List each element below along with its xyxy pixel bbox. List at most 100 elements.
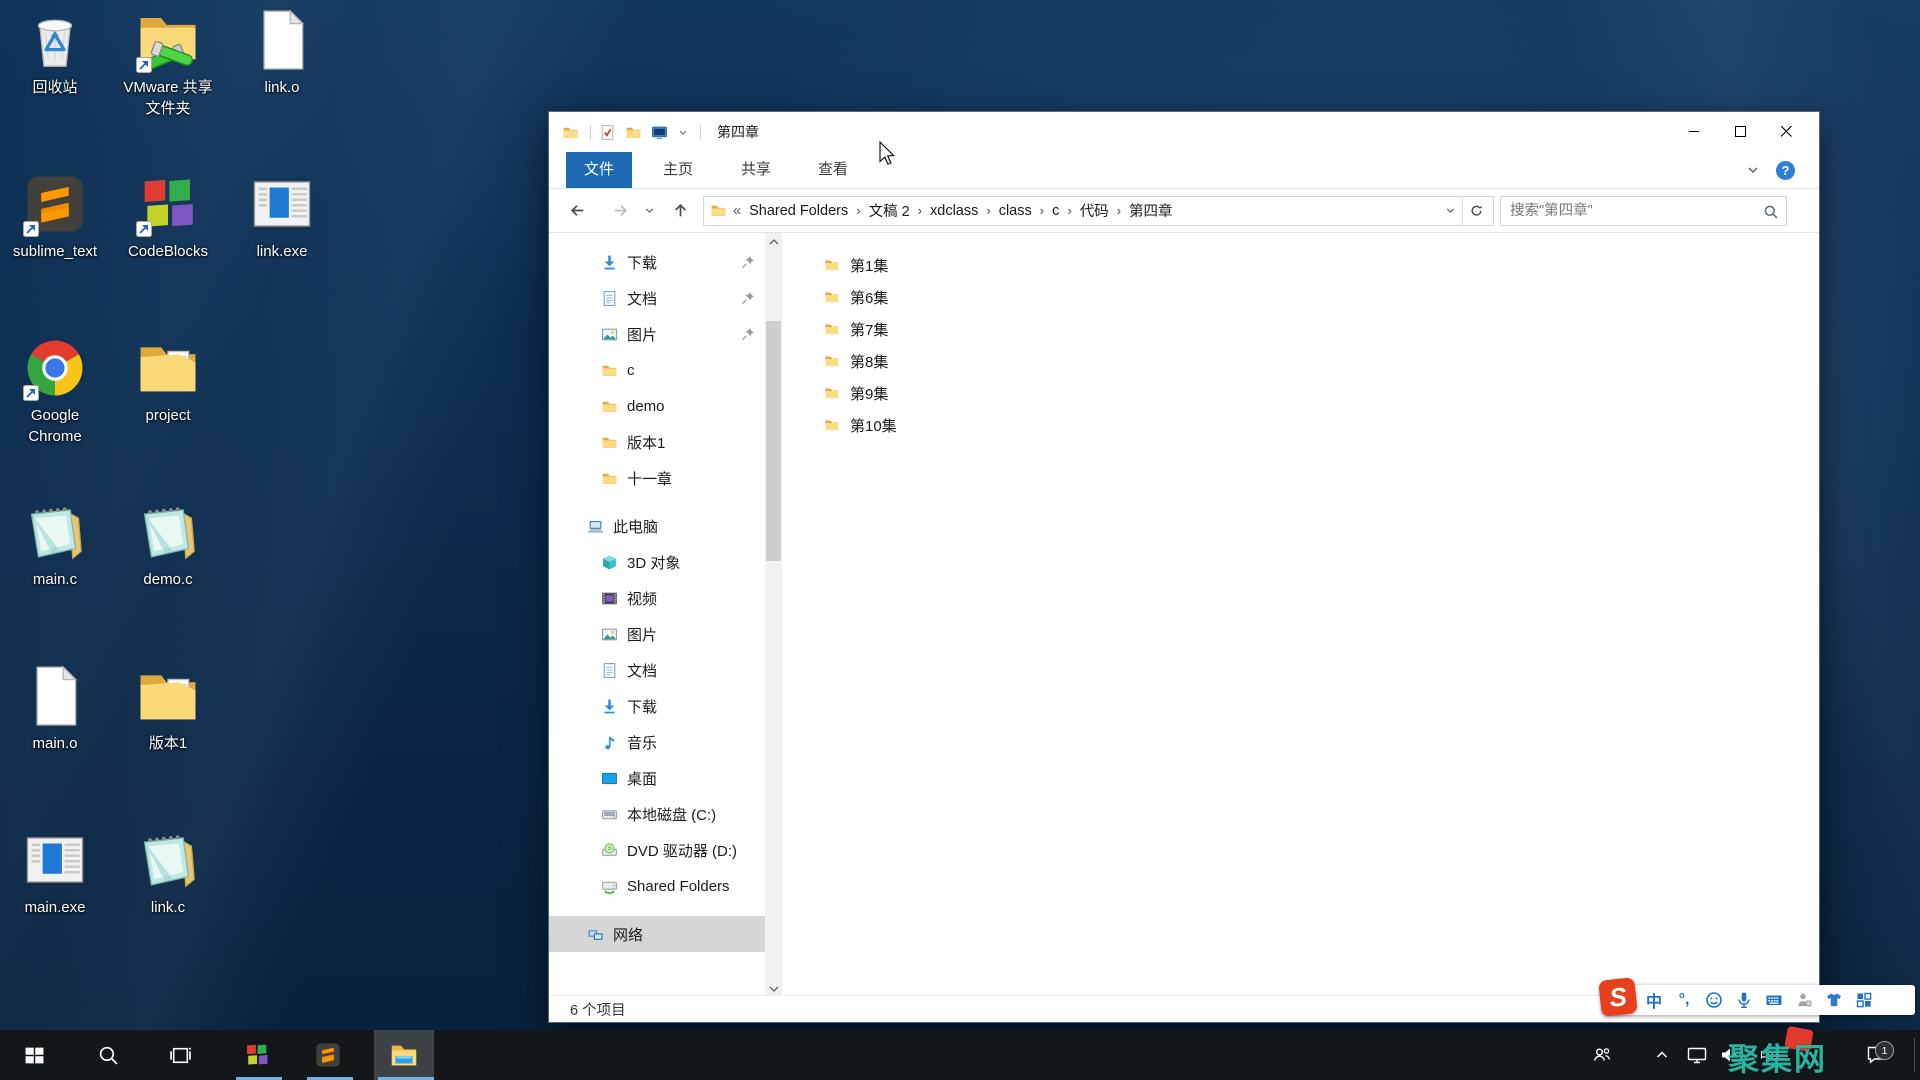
desktop-icon-link-o[interactable]: link.o — [227, 6, 337, 98]
expand-ribbon-button[interactable] — [1745, 152, 1761, 188]
sidebar-item-folder-demo[interactable]: demo — [549, 388, 765, 424]
taskbar-search-button[interactable] — [85, 1030, 131, 1080]
taskbar-app-sublime-text[interactable] — [303, 1030, 353, 1080]
back-button[interactable] — [562, 196, 592, 226]
breadcrumb-separator[interactable]: › — [918, 203, 922, 218]
taskbar-app-file-explorer[interactable] — [374, 1030, 434, 1080]
address-bar[interactable]: « Shared Folders › 文稿 2 › xdclass › clas… — [703, 195, 1494, 226]
desktop-icon-recycle-bin[interactable]: 回收站 — [0, 6, 110, 98]
refresh-button[interactable] — [1462, 195, 1489, 226]
new-folder-icon[interactable] — [625, 124, 642, 141]
tab-file[interactable]: 文件 — [566, 152, 632, 188]
tab-home[interactable]: 主页 — [648, 152, 708, 188]
tray-ime-mode-button[interactable]: 中 — [1752, 1030, 1782, 1080]
ime-voice-button[interactable] — [1729, 985, 1759, 1015]
desktop-icon-main-o[interactable]: main.o — [0, 662, 110, 754]
action-center-button[interactable]: 1 — [1858, 1030, 1894, 1080]
desktop-icon-link-exe[interactable]: link.exe — [227, 170, 337, 262]
desktop-icon-vmware-shared-folder[interactable]: VMware 共享文件夹 — [113, 6, 223, 119]
sidebar-item-shared-folders[interactable]: Shared Folders — [549, 868, 765, 904]
desktop-icon-codeblocks[interactable]: CodeBlocks — [113, 170, 223, 262]
recent-locations-button[interactable] — [640, 196, 658, 226]
task-view-button[interactable] — [157, 1030, 203, 1080]
sidebar-item-documents[interactable]: 文档 — [549, 280, 765, 316]
sidebar-item-dvd-drive-d[interactable]: DVD 驱动器 (D:) — [549, 832, 765, 868]
breadcrumb-overflow[interactable]: « — [733, 203, 741, 219]
minimize-button[interactable] — [1671, 112, 1717, 151]
desktop-icon-version1[interactable]: 版本1 — [113, 662, 223, 754]
breadcrumb-item[interactable]: Shared Folders — [749, 203, 848, 219]
file-list-item[interactable]: 第7集 — [791, 313, 1813, 345]
tray-network-button[interactable] — [1682, 1030, 1712, 1080]
scrollbar-thumb[interactable] — [766, 321, 781, 561]
start-button[interactable] — [10, 1030, 58, 1080]
taskbar-app-codeblocks[interactable] — [232, 1030, 282, 1080]
desktop-icon-google-chrome[interactable]: Google Chrome — [0, 334, 110, 447]
sidebar-item-folder-chapter11[interactable]: 十一章 — [549, 460, 765, 496]
address-dropdown-button[interactable] — [1438, 196, 1462, 226]
tray-people-button[interactable] — [1586, 1030, 1618, 1080]
navigation-scrollbar[interactable] — [765, 233, 782, 998]
folder-icon[interactable] — [562, 124, 579, 141]
breadcrumb-item[interactable]: 代码 — [1080, 200, 1109, 221]
help-button[interactable]: ? — [1776, 152, 1795, 188]
customize-toolbar-chevron-icon[interactable] — [677, 124, 689, 141]
sidebar-item-3d-objects[interactable]: 3D 对象 — [549, 544, 765, 580]
breadcrumb-separator[interactable]: › — [1040, 203, 1044, 218]
show-desktop-button[interactable] — [1914, 1038, 1920, 1072]
file-list-item[interactable]: 第1集 — [791, 249, 1813, 281]
breadcrumb-separator[interactable]: › — [986, 203, 990, 218]
sidebar-item-downloads-pc[interactable]: 下载 — [549, 688, 765, 724]
breadcrumb-separator[interactable]: › — [1067, 203, 1071, 218]
ime-account-button[interactable] — [1789, 985, 1819, 1015]
search-input[interactable] — [1501, 196, 1786, 225]
ime-keyboard-button[interactable] — [1759, 985, 1789, 1015]
sidebar-item-this-pc[interactable]: 此电脑 — [549, 508, 765, 544]
desktop-icon-main-exe[interactable]: main.exe — [0, 826, 110, 918]
sogou-logo[interactable]: S — [1598, 977, 1638, 1017]
sidebar-item-documents-pc[interactable]: 文档 — [549, 652, 765, 688]
tray-show-hidden-icons-button[interactable] — [1648, 1030, 1676, 1080]
sidebar-item-network[interactable]: 网络 — [549, 916, 765, 952]
close-button[interactable] — [1763, 112, 1809, 151]
tab-view[interactable]: 查看 — [803, 152, 863, 188]
computer-icon[interactable] — [651, 124, 668, 141]
desktop-icon-main-c[interactable]: main.c — [0, 498, 110, 590]
breadcrumb-item[interactable]: xdclass — [930, 203, 978, 219]
desktop-icon-demo-c[interactable]: demo.c — [113, 498, 223, 590]
sidebar-item-videos[interactable]: 视频 — [549, 580, 765, 616]
desktop-icon-project[interactable]: project — [113, 334, 223, 426]
forward-button[interactable] — [605, 196, 635, 226]
breadcrumb-separator[interactable]: › — [1117, 203, 1121, 218]
sidebar-item-desktop[interactable]: 桌面 — [549, 760, 765, 796]
sidebar-item-pictures-pc[interactable]: 图片 — [549, 616, 765, 652]
file-list-item[interactable]: 第9集 — [791, 377, 1813, 409]
ime-skin-button[interactable] — [1819, 985, 1849, 1015]
up-button[interactable] — [665, 196, 695, 226]
search-icon[interactable] — [1763, 204, 1779, 220]
ime-toolbox-button[interactable] — [1849, 985, 1879, 1015]
sidebar-item-folder-version1[interactable]: 版本1 — [549, 424, 765, 460]
sidebar-item-downloads[interactable]: 下载 — [549, 244, 765, 280]
tab-share[interactable]: 共享 — [726, 152, 786, 188]
breadcrumb-item[interactable]: class — [999, 203, 1032, 219]
breadcrumb-separator[interactable]: › — [856, 203, 860, 218]
tray-volume-muted-button[interactable] — [1714, 1030, 1746, 1080]
ime-chinese-mode-button[interactable]: 中 — [1639, 985, 1669, 1015]
breadcrumb-item[interactable]: c — [1052, 203, 1059, 219]
sidebar-item-music[interactable]: 音乐 — [549, 724, 765, 760]
sidebar-item-pictures[interactable]: 图片 — [549, 316, 765, 352]
file-list-item[interactable]: 第8集 — [791, 345, 1813, 377]
ime-punctuation-button[interactable]: °, — [1669, 985, 1699, 1015]
file-list-item[interactable]: 第10集 — [791, 409, 1813, 441]
file-list-item[interactable]: 第6集 — [791, 281, 1813, 313]
title-bar[interactable]: 第四章 — [549, 112, 1819, 152]
properties-check-icon[interactable] — [599, 124, 616, 141]
breadcrumb-item[interactable]: 文稿 2 — [869, 200, 910, 221]
ime-emoji-button[interactable] — [1699, 985, 1729, 1015]
sidebar-item-folder-c[interactable]: c — [549, 352, 765, 388]
maximize-button[interactable] — [1717, 112, 1763, 151]
desktop-icon-link-c[interactable]: link.c — [113, 826, 223, 918]
sidebar-item-local-disk-c[interactable]: 本地磁盘 (C:) — [549, 796, 765, 832]
breadcrumb-item[interactable]: 第四章 — [1129, 200, 1173, 221]
